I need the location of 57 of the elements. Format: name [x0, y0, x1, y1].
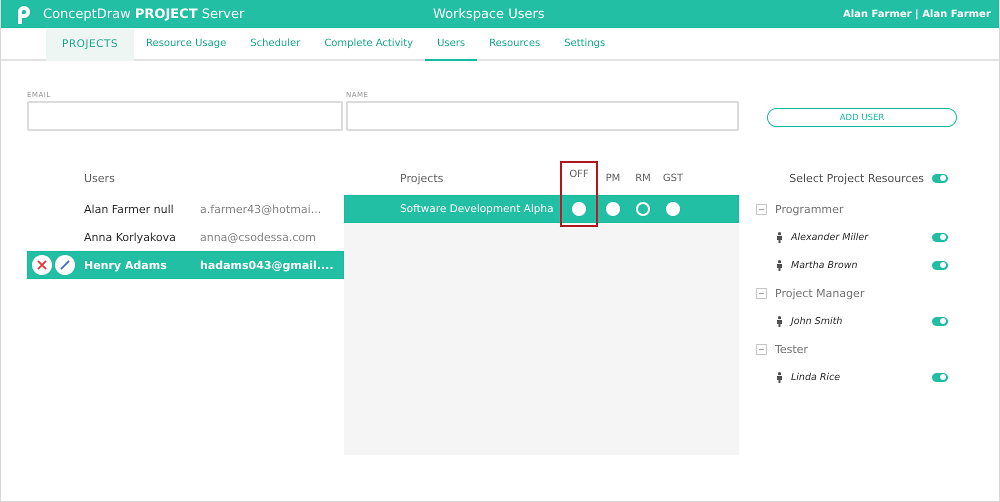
nav-tab[interactable]: Settings: [552, 28, 618, 61]
column-heading: PM: [604, 172, 622, 186]
delete-icon[interactable]: [32, 255, 52, 275]
collapse-icon[interactable]: [756, 204, 767, 214]
toggle-switch[interactable]: [932, 260, 948, 270]
user-name[interactable]: Alan Farmer | Alan Farmer: [843, 8, 991, 20]
role-toggle[interactable]: [572, 202, 586, 216]
user-name-cell-text: Anna Korlyakova: [84, 230, 177, 244]
column-heading: GST: [662, 172, 684, 186]
app-title: ConceptDraw PROJECT Server: [43, 6, 246, 22]
toggle-switch[interactable]: [932, 174, 948, 182]
role-toggle[interactable]: [636, 202, 650, 216]
resource-name: John Smith: [791, 316, 844, 326]
nav-tab[interactable]: Resource Usage: [134, 28, 238, 61]
person-icon: [776, 260, 783, 270]
user-email-cell: anna@csodessa.com: [200, 230, 316, 244]
user-row[interactable]: Anna Korlyakova anna@csodessa.com: [27, 223, 344, 251]
group-name: Tester: [775, 342, 808, 356]
email-field[interactable]: [27, 101, 343, 131]
edit-icon[interactable]: [55, 255, 75, 275]
collapse-icon[interactable]: [756, 344, 767, 354]
person-icon: [776, 316, 783, 326]
project-name: Software Development Alpha: [399, 203, 555, 215]
nav-tab[interactable]: Resources: [477, 28, 552, 61]
user-email-cell: hadams043@gmail....: [200, 258, 334, 272]
user-row[interactable]: Alan Farmer null a.farmer43@hotmai...: [27, 195, 344, 223]
role-toggle[interactable]: [666, 202, 680, 216]
name-field[interactable]: [346, 101, 739, 131]
column-heading: Users: [84, 172, 115, 184]
toggle-switch[interactable]: [932, 232, 948, 242]
nav-tab[interactable]: Users: [425, 28, 478, 61]
resource-name: Alexander Miller: [791, 232, 870, 242]
resource-name: Linda Rice: [791, 372, 842, 382]
column-heading: OFF: [569, 169, 589, 180]
user-name-cell-text: Henry Adams: [84, 258, 168, 272]
toggle-switch[interactable]: [932, 316, 948, 326]
group-name: Project Manager: [775, 286, 864, 300]
column-heading: Projects: [399, 172, 444, 184]
person-icon: [776, 232, 783, 242]
section-heading: Select Project Resources: [789, 172, 924, 184]
add-user-button[interactable]: ADD USER: [767, 108, 957, 127]
group-name: Programmer: [775, 202, 844, 216]
nav-tab[interactable]: Complete Activity: [312, 28, 426, 61]
selected-row[interactable]: Henry Adams hadams043@gmail....: [27, 251, 344, 279]
person-icon: [776, 372, 783, 382]
nav-tab[interactable]: Scheduler: [238, 28, 312, 61]
page-title: Workspace Users: [433, 6, 546, 22]
user-name-cell-text: Alan Farmer null: [84, 202, 175, 216]
user-email-cell: a.farmer43@hotmai...: [200, 202, 322, 216]
role-toggle[interactable]: [606, 202, 620, 216]
projects-tab[interactable]: PROJECTS: [46, 28, 134, 61]
column-heading: RM: [634, 172, 652, 186]
logo-icon: [15, 4, 33, 24]
toggle-switch[interactable]: [932, 372, 948, 382]
resource-name: Martha Brown: [791, 260, 859, 270]
project-row[interactable]: Software Development Alpha: [344, 195, 739, 223]
collapse-icon[interactable]: [756, 288, 767, 298]
